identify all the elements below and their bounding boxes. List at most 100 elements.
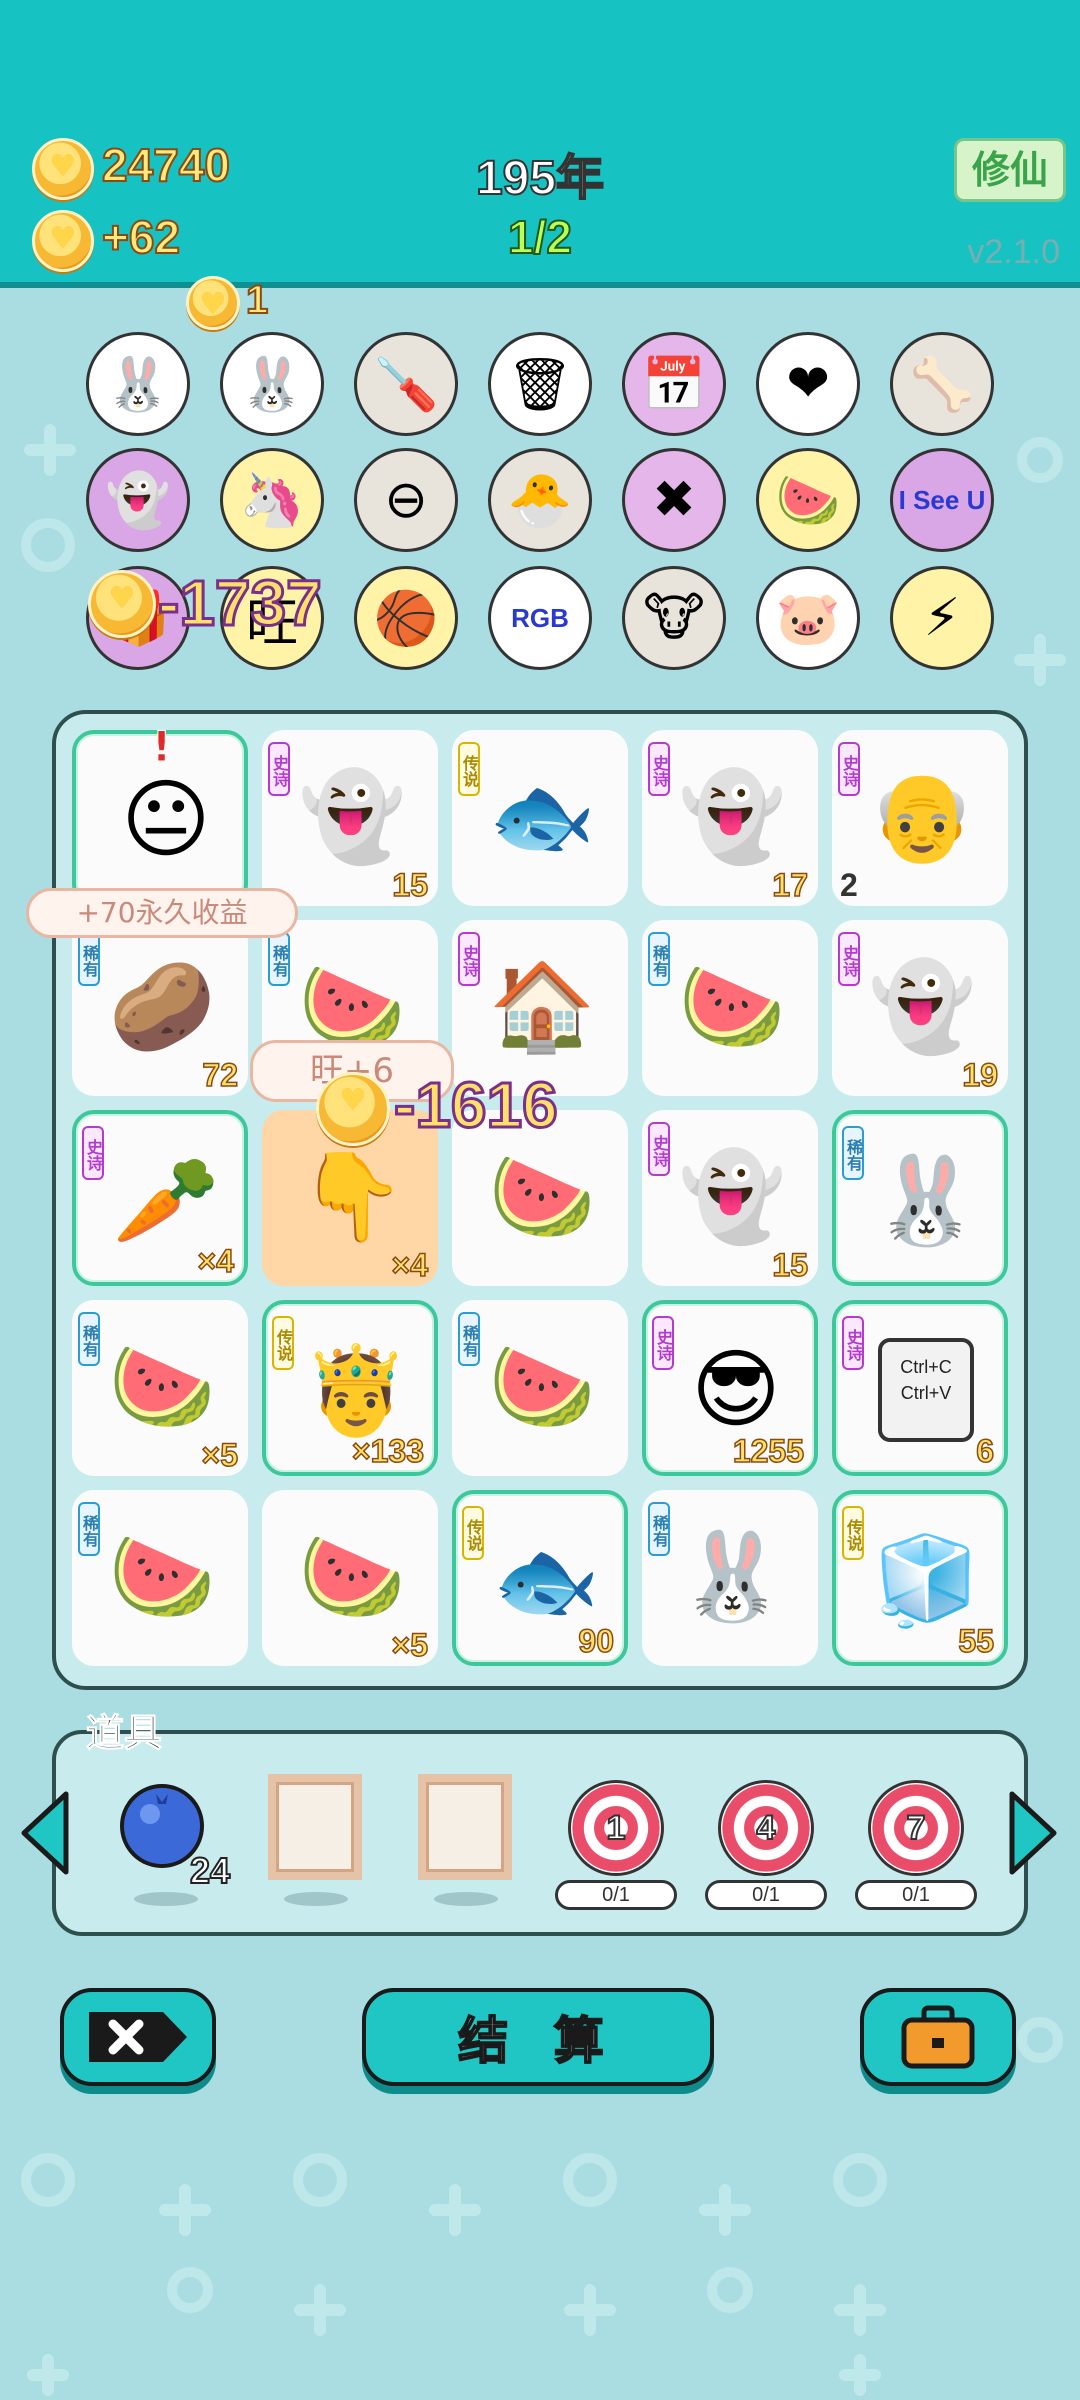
- inventory-button[interactable]: [860, 1988, 1016, 2086]
- settle-button-label: 结 算: [457, 2011, 618, 2071]
- lightning-icon[interactable]: ⚡: [890, 566, 994, 670]
- rarity-tag: 稀有: [78, 932, 100, 986]
- empty-frame-icon[interactable]: [268, 1774, 362, 1880]
- shadow: [284, 1892, 348, 1906]
- board-cell[interactable]: 史诗 👻 15: [262, 730, 438, 906]
- rarity-tag: 稀有: [78, 1312, 100, 1366]
- cell-count: ×5: [391, 1626, 429, 1664]
- sparkle-potato-icon: 🥔: [108, 956, 216, 1057]
- shadow: [134, 1892, 198, 1906]
- board-cell[interactable]: 传说 🤴 ×133: [262, 1300, 438, 1476]
- king-grandpa-icon: 🤴: [302, 1340, 410, 1441]
- calendar-icon[interactable]: 📅: [622, 332, 726, 436]
- board-cell[interactable]: 稀有 🍉: [642, 920, 818, 1096]
- board-cell[interactable]: 稀有 🍉: [72, 1490, 248, 1666]
- top-strip-count: 1: [245, 277, 269, 323]
- coin-icon: [186, 276, 240, 330]
- rarity-tag: 史诗: [268, 742, 290, 796]
- rarity-tag: 史诗: [838, 932, 860, 986]
- target-progress: 0/1: [705, 1880, 827, 1910]
- minus-icon[interactable]: ⊖: [354, 448, 458, 552]
- coin-icon: [88, 570, 156, 638]
- ghost-icon: 👻: [678, 1146, 786, 1247]
- xiuxian-button[interactable]: 修仙: [954, 138, 1066, 202]
- cell-count: 19: [962, 1056, 999, 1094]
- rarity-tag: 史诗: [648, 742, 670, 796]
- koi-fish-icon: 🐟: [488, 766, 596, 867]
- coin-loss-popup: -1616: [393, 1068, 560, 1143]
- rgb-icon[interactable]: RGB: [488, 566, 592, 670]
- ghost-icon[interactable]: 👻: [86, 448, 190, 552]
- tools-next-arrow-icon[interactable]: [1008, 1790, 1058, 1876]
- board-cell[interactable]: 史诗 👻 15: [642, 1110, 818, 1286]
- cell-count: ×5: [201, 1436, 239, 1474]
- delete-button[interactable]: [60, 1988, 216, 2086]
- target-number: 7: [906, 1808, 927, 1848]
- watermelon-icon: 🍉: [108, 1336, 216, 1437]
- pet-food-icon[interactable]: 🦴: [890, 332, 994, 436]
- board-cell[interactable]: 稀有 🍉: [452, 1300, 628, 1476]
- cell-count: 17: [772, 866, 809, 904]
- bunny-icon[interactable]: 🐰: [220, 332, 324, 436]
- cell-count: 72: [202, 1056, 239, 1094]
- board-cell[interactable]: 史诗 👴 2: [832, 730, 1008, 906]
- settle-button[interactable]: 结 算: [362, 1988, 714, 2086]
- target-progress: 0/1: [855, 1880, 977, 1910]
- screwdriver-icon[interactable]: 🪛: [354, 332, 458, 436]
- rarity-tag: 史诗: [842, 1316, 864, 1370]
- rarity-tag: 稀有: [842, 1126, 864, 1180]
- watermelon-slice-icon: 🍉: [298, 1526, 406, 1627]
- coin-loss-popup: -1737: [157, 566, 324, 641]
- rarity-tag: 稀有: [458, 1312, 480, 1366]
- ghost-icon: 👻: [868, 956, 976, 1057]
- cell-count: 15: [772, 1246, 809, 1284]
- board-cell[interactable]: 传说 🧊 55: [832, 1490, 1008, 1666]
- trash-bag-icon[interactable]: 🗑: [488, 332, 592, 436]
- cell-count: 90: [578, 1622, 615, 1660]
- board-cell[interactable]: 🍉 ×5: [262, 1490, 438, 1666]
- empty-frame-icon[interactable]: [418, 1774, 512, 1880]
- board-cell[interactable]: 传说 🐟 90: [452, 1490, 628, 1666]
- i-see-u-sign-icon[interactable]: I See U: [890, 448, 994, 552]
- basketballs-icon[interactable]: 🏀: [354, 566, 458, 670]
- king-sunglasses-icon: 😎: [691, 1340, 781, 1440]
- boy-face-icon: 😐: [121, 770, 211, 870]
- fruit-basket-icon[interactable]: 🍉: [756, 448, 860, 552]
- board-cell[interactable]: 😐!: [72, 722, 248, 906]
- board-cell[interactable]: 史诗 Ctrl+C Ctrl+V 6: [832, 1300, 1008, 1476]
- rarity-tag: 稀有: [648, 932, 670, 986]
- chick-icon[interactable]: 🐣: [488, 448, 592, 552]
- board-cell[interactable]: 稀有 🐰: [832, 1110, 1008, 1286]
- ghost-icon: 👻: [678, 766, 786, 867]
- board-cell[interactable]: 稀有 🐰: [642, 1490, 818, 1666]
- card-line: Ctrl+V: [900, 1383, 952, 1403]
- bunny-icon[interactable]: 🐰: [86, 332, 190, 436]
- coin-icon: [316, 1072, 390, 1146]
- target-icon[interactable]: 1: [568, 1780, 664, 1876]
- unicorn-icon[interactable]: 🦄: [220, 448, 324, 552]
- board-cell[interactable]: 史诗 👻 17: [642, 730, 818, 906]
- board-cell[interactable]: 史诗 👻 19: [832, 920, 1008, 1096]
- top-bar: 24740 +62 195年 1/2 修仙 v2.1.0: [0, 0, 1080, 288]
- target-icon[interactable]: 4: [718, 1780, 814, 1876]
- copy-paste-icon: Ctrl+C Ctrl+V: [866, 1330, 986, 1450]
- bunny-house-icon: 🏠: [488, 956, 596, 1057]
- tool-blueberry[interactable]: 24: [118, 1780, 231, 1892]
- board-cell[interactable]: 史诗 😎 1255: [642, 1300, 818, 1476]
- delete-tag-icon[interactable]: ✖: [622, 448, 726, 552]
- fridge-icon: 🧊: [872, 1530, 980, 1631]
- board-cell[interactable]: 稀有 🍉 ×5: [72, 1300, 248, 1476]
- piggy-bank-icon[interactable]: 🐷: [756, 566, 860, 670]
- target-icon[interactable]: 7: [868, 1780, 964, 1876]
- ghost-icon: 👻: [298, 766, 406, 867]
- rarity-tag: 传说: [462, 1506, 484, 1560]
- board-cell[interactable]: 史诗 🥕 ×4: [72, 1110, 248, 1286]
- cows-icon[interactable]: 🐮: [622, 566, 726, 670]
- target-progress: 0/1: [555, 1880, 677, 1910]
- koi-fish-icon: 🐟: [492, 1530, 600, 1631]
- board-cell[interactable]: 传说 🐟: [452, 730, 628, 906]
- board-cell[interactable]: 稀有 🥔 72: [72, 920, 248, 1096]
- blood-bag-icon[interactable]: ❤: [756, 332, 860, 436]
- delete-tag-icon: [89, 2012, 187, 2062]
- tools-prev-arrow-icon[interactable]: [20, 1790, 70, 1876]
